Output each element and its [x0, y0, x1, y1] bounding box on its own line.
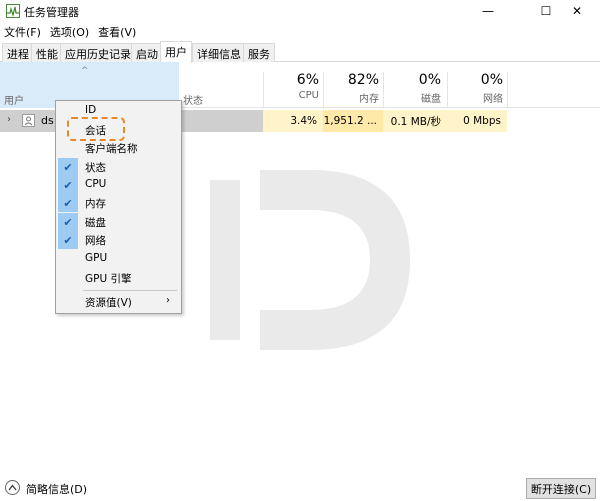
menu-item-network[interactable]: ✔ 网络: [56, 231, 181, 249]
menu-item-disk[interactable]: ✔ 磁盘: [56, 213, 181, 231]
checkmark-icon: ✔: [58, 231, 78, 249]
tab-details[interactable]: 详细信息: [192, 43, 246, 62]
menu-item-label: 客户端名称: [85, 143, 138, 155]
menu-item-label: GPU: [85, 252, 108, 264]
annotation-highlight-box: [67, 117, 125, 141]
row-disk: 0.1 MB/秒: [383, 110, 447, 132]
menu-item-label: 网络: [85, 235, 106, 247]
checkmark-icon: ✔: [58, 213, 78, 231]
menu-item-label: ID: [85, 104, 97, 116]
memory-percent: 82%: [347, 72, 379, 88]
column-context-menu: ID 会话 客户端名称 ✔ 状态 ✔ CPU ✔ 内存 ✔ 磁盘 ✔ 网络 GP…: [55, 100, 182, 314]
menu-item-label: 状态: [85, 162, 106, 174]
tab-strip: 进程 性能 应用历史记录 启动 用户 详细信息 服务: [0, 41, 600, 63]
tab-startup[interactable]: 启动: [131, 43, 163, 62]
column-network[interactable]: 0% 网络: [448, 72, 503, 105]
checkmark-icon: ✔: [58, 194, 78, 212]
tab-users[interactable]: 用户: [160, 41, 192, 63]
title-bar: 任务管理器 — ☐ ✕: [0, 0, 600, 22]
menu-item-gpu[interactable]: GPU: [56, 250, 181, 268]
disk-label: 磁盘: [421, 94, 441, 105]
menu-item-label: 内存: [85, 198, 106, 210]
tab-performance[interactable]: 性能: [31, 43, 63, 62]
task-manager-icon: [6, 4, 20, 18]
footer-bar: 简略信息(D) 断开连接(C): [0, 476, 600, 501]
menu-item-gpu-engine[interactable]: GPU 引擎: [56, 269, 181, 287]
menu-file[interactable]: 文件(F): [0, 23, 46, 41]
column-disk[interactable]: 0% 磁盘: [384, 72, 441, 105]
user-icon: [22, 114, 35, 127]
row-memory: 1,951.2 ...: [323, 110, 383, 132]
menu-bar: 文件(F) 选项(O) 查看(V): [0, 23, 141, 41]
row-network: 0 Mbps: [447, 110, 507, 132]
column-user-label: 用户: [4, 96, 24, 107]
disk-percent: 0%: [418, 72, 441, 88]
network-label: 网络: [483, 94, 503, 105]
watermark-logo: [210, 170, 410, 350]
menu-item-memory[interactable]: ✔ 内存: [56, 194, 181, 212]
menu-item-resource-values[interactable]: 资源值(V) ›: [56, 293, 181, 311]
sort-up-icon: ^: [81, 66, 89, 76]
disconnect-button[interactable]: 断开连接(C): [526, 478, 596, 499]
menu-item-label: 资源值(V): [85, 297, 132, 309]
menu-item-client-name[interactable]: 客户端名称: [56, 139, 181, 157]
column-cpu[interactable]: 6% CPU: [264, 72, 319, 101]
cpu-percent: 6%: [296, 72, 319, 88]
tab-services[interactable]: 服务: [243, 43, 275, 62]
close-button[interactable]: ✕: [554, 0, 600, 22]
menu-view[interactable]: 查看(V): [94, 23, 141, 41]
column-memory[interactable]: 82% 内存: [324, 72, 379, 105]
expand-chevron-icon[interactable]: ›: [7, 114, 11, 125]
menu-item-label: 磁盘: [85, 217, 106, 229]
column-divider: [507, 72, 508, 108]
menu-item-status[interactable]: ✔ 状态: [56, 158, 181, 176]
row-cpu: 3.4%: [263, 110, 323, 132]
brief-info-link[interactable]: 简略信息(D): [26, 481, 87, 497]
chevron-up-circle-icon[interactable]: [5, 480, 20, 495]
menu-separator: [83, 290, 177, 291]
checkmark-icon: ✔: [58, 158, 78, 176]
menu-item-cpu[interactable]: ✔ CPU: [56, 176, 181, 194]
minimize-button[interactable]: —: [465, 0, 511, 22]
tab-processes[interactable]: 进程: [2, 43, 34, 62]
menu-item-label: CPU: [85, 178, 107, 190]
menu-options[interactable]: 选项(O): [46, 23, 94, 41]
cpu-label: CPU: [298, 90, 319, 101]
memory-label: 内存: [359, 94, 379, 105]
menu-item-label: GPU 引擎: [85, 273, 132, 285]
chevron-right-icon: ›: [166, 295, 170, 306]
window-title: 任务管理器: [24, 6, 79, 19]
network-percent: 0%: [480, 72, 503, 88]
column-status[interactable]: 状态: [183, 92, 203, 107]
tab-app-history[interactable]: 应用历史记录: [60, 43, 136, 62]
checkmark-icon: ✔: [58, 176, 78, 194]
user-name: ds: [41, 114, 54, 127]
